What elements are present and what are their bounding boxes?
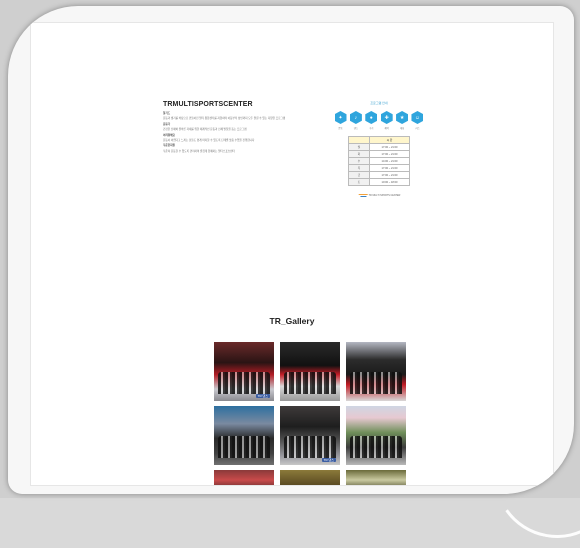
program-info: 프로그램 안내 ✦ 운동 ♪ 댄스 ● 구기 ✚ 체력 ★ 대회 ☺ 키즈 시 간 월 17:… [331, 101, 427, 199]
page-frame: TRMULTISPORTSCENTER 할기드 운동과 생기를 바탕으로 만들어… [0, 0, 580, 548]
schedule-day: 목 [348, 164, 370, 172]
about-text-1: 운동과 생기를 바탕으로 만들어진 멀티 종합센터를 지향하며 아동부터 성인까… [163, 117, 286, 121]
gallery-photo[interactable] [346, 342, 406, 401]
about-heading-1: 할기드 [163, 112, 171, 115]
photo-content [217, 371, 271, 394]
program-label: 구기 [369, 128, 374, 130]
photo-caption: TR 댄스 [255, 394, 270, 398]
dance-icon: ♪ [349, 111, 362, 124]
logo-text: TR MULTI SPORTS CENTER [368, 193, 401, 197]
photo-content [349, 435, 403, 458]
gallery-grid: TR 댄스 TR 댄스 [214, 342, 406, 485]
table-row: 월 17:00 ~ 21:00 [348, 143, 410, 151]
about-text-4: 꾸준히 운동할 수 있도록 관리하며 즐겁게 함께하는 멀티스포츠센터 [163, 149, 235, 153]
ball-icon: ● [365, 111, 378, 124]
screenshot-card: TRMULTISPORTSCENTER 할기드 운동과 생기를 바탕으로 만들어… [8, 6, 574, 494]
gallery-photo[interactable] [346, 406, 406, 465]
gallery-photo[interactable] [346, 470, 406, 485]
fitness-icon: ✚ [380, 111, 393, 124]
gallery-photo[interactable] [214, 470, 274, 485]
program-label: 댄스 [353, 128, 358, 130]
photo-content [283, 435, 337, 458]
about-heading-4: 꾸준한지원 [163, 144, 175, 148]
about-section: TRMULTISPORTSCENTER 할기드 운동과 생기를 바탕으로 만들어… [163, 101, 311, 155]
table-row: 금 17:00 ~ 21:00 [348, 171, 410, 179]
schedule-day: 월 [348, 143, 370, 151]
program-item: ☺ 키즈 [410, 111, 425, 130]
gallery-photo[interactable] [280, 470, 340, 485]
kids-icon: ☺ [411, 111, 424, 124]
photo-content [349, 371, 403, 394]
program-item: ★ 대회 [395, 111, 410, 130]
schedule-day: 토 [348, 178, 370, 186]
program-info-title: 프로그램 안내 [370, 101, 388, 105]
gallery-photo[interactable] [214, 406, 274, 465]
schedule-day: 금 [348, 171, 370, 179]
program-label: 키즈 [415, 128, 420, 130]
program-label: 대회 [399, 128, 405, 130]
logo-mark-icon [358, 193, 367, 199]
web-page: TRMULTISPORTSCENTER 할기드 운동과 생기를 바탕으로 만들어… [30, 22, 554, 486]
table-row: 화 17:00 ~ 21:00 [348, 150, 410, 158]
program-label: 운동 [338, 128, 343, 130]
photo-content [217, 435, 271, 458]
center-logo: TR MULTI SPORTS CENTER [331, 193, 427, 199]
running-icon: ✦ [334, 111, 347, 124]
about-heading-3: 어려워해요 [163, 133, 175, 137]
table-row: 목 17:00 ~ 21:00 [348, 164, 410, 172]
schedule-time: 14:00 ~ 21:00 [369, 157, 410, 165]
program-item: ♪ 댄스 [348, 111, 363, 130]
schedule-time: 17:00 ~ 21:00 [369, 164, 410, 172]
program-item: ● 구기 [364, 111, 379, 130]
schedule-day: 화 [348, 150, 370, 158]
about-text-3: 운동이 어렵다고 느끼는 분들도 쉽게 따라할 수 있도록 단계별 맞춤 수업을… [163, 139, 255, 143]
schedule-time: 17:00 ~ 21:00 [369, 143, 410, 151]
schedule-time: 17:00 ~ 21:00 [369, 171, 410, 179]
trophy-icon: ★ [396, 111, 409, 124]
program-item: ✦ 운동 [333, 111, 348, 130]
table-row: 수 14:00 ~ 21:00 [348, 157, 410, 165]
schedule-table: 시 간 월 17:00 ~ 21:00 화 17:00 ~ 21:00 수 14:00… [348, 136, 410, 186]
schedule-time: 17:00 ~ 21:00 [369, 150, 410, 158]
photo-content [283, 371, 337, 394]
schedule-header: 시 간 [369, 136, 410, 144]
table-row: 토 10:00 ~ 18:00 [348, 178, 410, 186]
about-title: TRMULTISPORTSCENTER [163, 101, 253, 108]
program-icon-row: ✦ 운동 ♪ 댄스 ● 구기 ✚ 체력 ★ 대회 ☺ 키즈 [331, 111, 427, 130]
photo-caption: TR 댄스 [321, 458, 336, 462]
about-text-2: 건강한 신체와 올바른 자세를 위한 체계적인 운동과 신체 발달을 돕는 프로… [163, 128, 247, 132]
gallery-photo[interactable]: TR 댄스 [280, 406, 340, 465]
program-label: 체력 [384, 128, 389, 130]
schedule-header-empty [348, 136, 370, 144]
gallery-title: TR_Gallery [269, 316, 315, 326]
program-item: ✚ 체력 [379, 111, 394, 130]
gallery-photo[interactable]: TR 댄스 [214, 342, 274, 401]
gallery-photo[interactable] [280, 342, 340, 401]
schedule-day: 수 [348, 157, 370, 165]
schedule-time: 10:00 ~ 18:00 [369, 178, 410, 186]
about-heading-2: 운동다 [163, 122, 171, 126]
